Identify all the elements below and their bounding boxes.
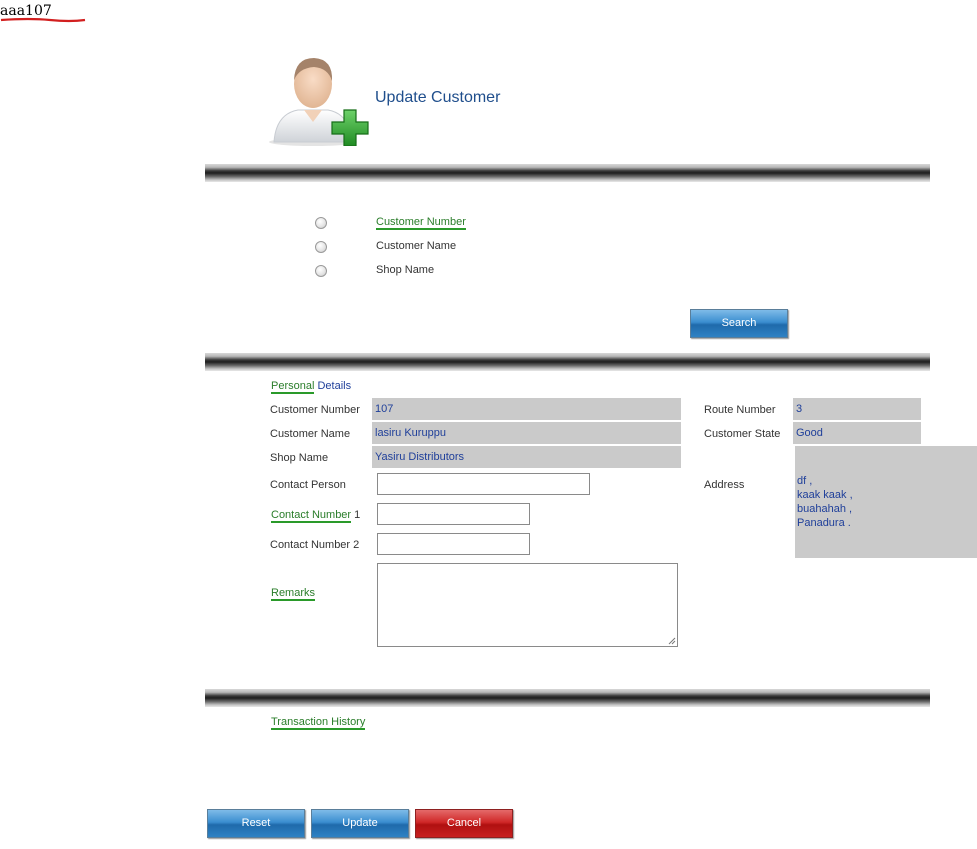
update-button[interactable]: Update — [311, 809, 409, 838]
customer-state-label: Customer State — [704, 428, 781, 440]
contact-number-1-input[interactable] — [377, 503, 530, 525]
option-customer-name-label: Customer Name — [376, 240, 457, 252]
section-divider — [205, 353, 930, 371]
transaction-history-heading: Transaction History — [271, 716, 366, 730]
address-field: df , kaak kaak , buahahah , Panadura . — [795, 446, 977, 558]
shop-name-label: Shop Name — [270, 452, 329, 464]
section-divider — [205, 164, 930, 182]
customer-state-field: Good — [793, 422, 921, 444]
page-title: Update Customer — [375, 89, 501, 106]
shop-name-field: Yasiru Distributors — [372, 446, 681, 468]
personal-link[interactable]: Personal — [271, 380, 315, 394]
contact-person-label: Contact Person — [270, 479, 346, 491]
radio-customer-number[interactable] — [315, 217, 327, 229]
customer-number-field: 107 — [372, 398, 681, 420]
contact-number-1-label: Contact Number 1 — [271, 509, 361, 523]
option-shop-name-label: Shop Name — [376, 264, 435, 276]
remarks-link[interactable]: Remarks — [271, 587, 316, 601]
customer-name-field: lasiru Kuruppu — [372, 422, 681, 444]
reset-button[interactable]: Reset — [207, 809, 305, 838]
contact-person-input[interactable] — [377, 473, 590, 495]
radio-shop-name[interactable] — [315, 265, 327, 277]
cancel-button[interactable]: Cancel — [415, 809, 513, 838]
radio-customer-name[interactable] — [315, 241, 327, 253]
remarks-textarea[interactable] — [377, 563, 678, 647]
contact-number-link[interactable]: Contact Number — [271, 509, 352, 523]
transaction-history-link[interactable]: Transaction History — [271, 716, 366, 730]
add-user-icon — [269, 58, 369, 146]
option-customer-number-label[interactable]: Customer Number — [376, 216, 466, 230]
resize-handle-icon[interactable] — [668, 637, 676, 645]
remarks-label: Remarks — [271, 587, 316, 601]
section-divider — [205, 689, 930, 707]
customer-number-label: Customer Number — [270, 404, 360, 416]
personal-details-heading: Personal Details — [271, 380, 352, 394]
route-number-field: 3 — [793, 398, 921, 420]
contact-number-2-input[interactable] — [377, 533, 530, 555]
address-label: Address — [704, 479, 745, 491]
contact-number-2-label: Contact Number 2 — [270, 539, 360, 551]
route-number-label: Route Number — [704, 404, 776, 416]
search-button[interactable]: Search — [690, 309, 788, 338]
customer-name-label: Customer Name — [270, 428, 351, 440]
user-tag-underline — [0, 17, 86, 23]
